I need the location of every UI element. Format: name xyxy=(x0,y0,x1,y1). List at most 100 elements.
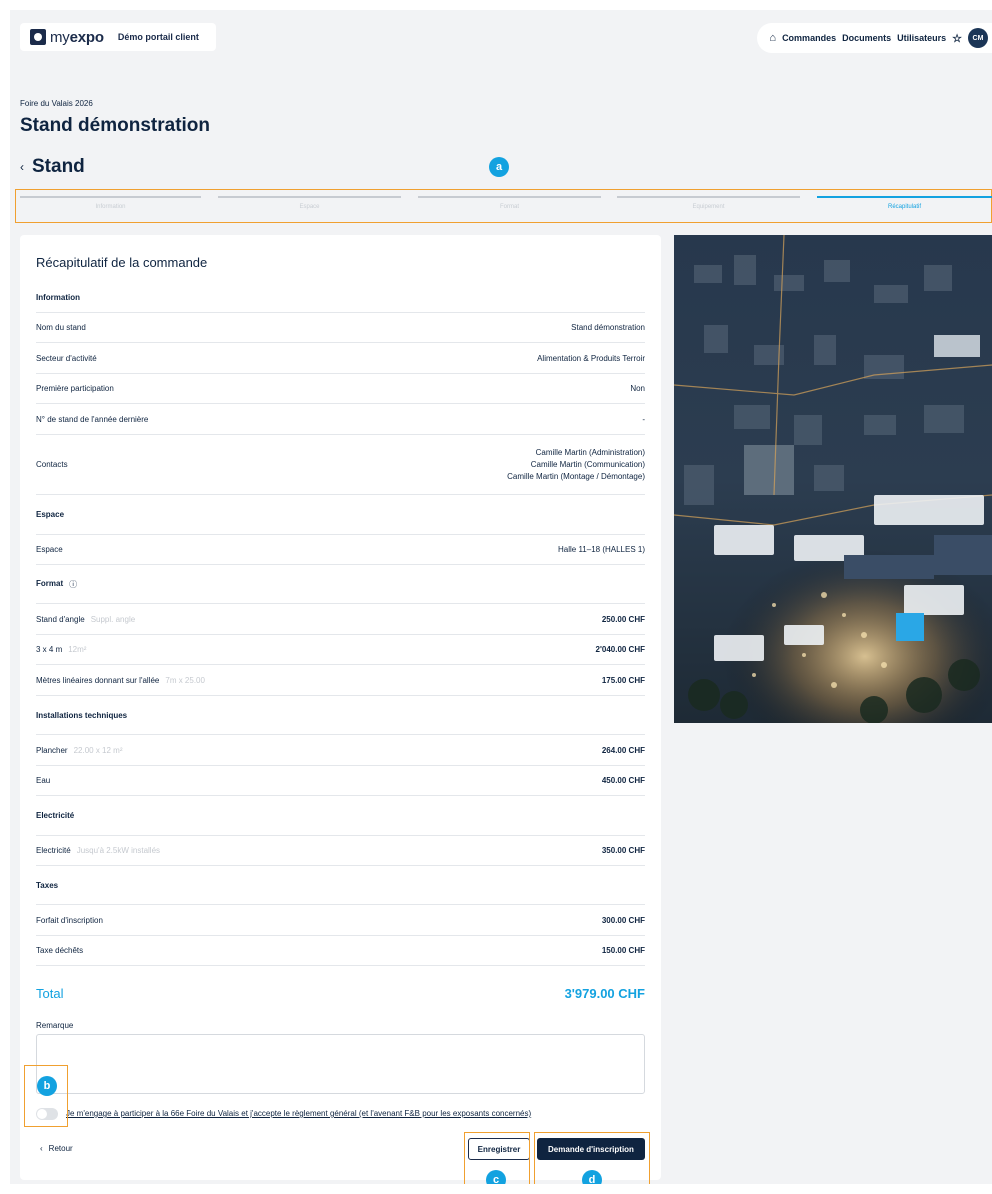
section-heading-information: Information xyxy=(36,282,645,313)
contact-item: Camille Martin (Administration) xyxy=(535,447,645,457)
row-note: 12m² xyxy=(68,645,87,654)
table-row: Espace Halle 11–18 (HALLES 1) xyxy=(36,535,645,565)
aerial-photo-illustration xyxy=(674,235,992,723)
nav-utilisateurs[interactable]: Utilisateurs xyxy=(897,33,946,43)
annotation-badge-c: c xyxy=(486,1170,506,1184)
table-row: Plancher 22.00 x 12 m² 264.00 CHF xyxy=(36,735,645,766)
row-price: 250.00 CHF xyxy=(601,614,645,624)
step-recapitulatif[interactable]: Récapitulatif xyxy=(817,196,992,214)
portal-name: Démo portail client xyxy=(117,32,199,42)
remark-textarea[interactable] xyxy=(36,1034,645,1094)
table-row: Mètres linéaires donnant sur l'allée 7m x… xyxy=(36,665,645,696)
section-heading-espace: Espace xyxy=(36,495,645,535)
user-avatar[interactable]: CM xyxy=(968,28,988,48)
row-price: 350.00 CHF xyxy=(601,846,645,855)
table-row: Electricité Jusqu'à 2.5kW installés 350.0… xyxy=(36,836,645,866)
step-equipement[interactable]: Equipement xyxy=(617,196,800,214)
row-label: Contacts xyxy=(36,460,68,469)
row-label: Mètres linéaires donnant sur l'allée xyxy=(36,675,160,685)
step-information[interactable]: Information xyxy=(20,196,201,214)
info-icon[interactable]: ⓘ xyxy=(69,579,77,590)
total-value: 3'979.00 CHF xyxy=(564,986,645,1001)
chevron-left-icon[interactable]: ‹ xyxy=(20,160,24,174)
table-row: 3 x 4 m 12m² 2'040.00 CHF xyxy=(36,635,645,665)
remark-label: Remarque xyxy=(36,1021,74,1030)
step-bar xyxy=(418,196,601,198)
step-bar xyxy=(817,196,992,198)
section-heading-installations: Installations techniques xyxy=(36,696,645,735)
contact-item: Camille Martin (Communication) xyxy=(530,459,645,469)
home-icon[interactable]: ⌂ xyxy=(769,32,776,44)
summary-table: Information Nom du stand Stand démonstra… xyxy=(36,282,645,1021)
table-row: Stand d'angle Suppl. angle 250.00 CHF xyxy=(36,604,645,635)
total-label: Total xyxy=(36,986,64,1001)
consent-text[interactable]: Je m'engage à participer à la 66e Foire … xyxy=(66,1109,531,1118)
row-label: Plancher xyxy=(36,745,68,755)
back-link[interactable]: ‹ Retour xyxy=(40,1144,73,1153)
row-label: N° de stand de l'année dernière xyxy=(36,414,149,424)
table-row: Forfait d'inscription 300.00 CHF xyxy=(36,905,645,936)
step-espace[interactable]: Espace xyxy=(218,196,401,214)
table-row: Nom du stand Stand démonstration xyxy=(36,313,645,343)
step-label: Récapitulatif xyxy=(887,204,922,210)
section-heading-format: Format ⓘ xyxy=(36,565,645,604)
step-bar xyxy=(218,196,401,198)
row-note: Suppl. angle xyxy=(90,614,136,624)
annotation-box-b xyxy=(24,1065,68,1127)
row-label: Première participation xyxy=(36,384,114,393)
myexpo-logo-icon xyxy=(30,29,46,45)
row-note: 7m x 25.00 xyxy=(165,675,205,685)
fair-name: Foire du Valais 2026 xyxy=(20,99,93,108)
step-label: Format xyxy=(499,204,519,210)
section-title-text: Stand xyxy=(32,156,85,177)
summary-title: Récapitulatif de la commande xyxy=(36,255,208,270)
row-value: Stand démonstration xyxy=(571,323,645,332)
step-format[interactable]: Format xyxy=(418,196,601,214)
nav-commandes[interactable]: Commandes xyxy=(782,33,836,43)
row-label: 3 x 4 m xyxy=(36,645,63,654)
table-row: Première participation Non xyxy=(36,374,645,404)
row-price: 2'040.00 CHF xyxy=(595,645,645,654)
row-label: Secteur d'activité xyxy=(36,353,97,363)
order-summary-card: Récapitulatif de la commande Information… xyxy=(20,235,661,1180)
table-row: Eau 450.00 CHF xyxy=(36,766,645,796)
page-title: Stand démonstration xyxy=(20,115,211,136)
row-value: Alimentation & Produits Terroir xyxy=(537,353,645,363)
table-row: Secteur d'activité Alimentation & Produi… xyxy=(36,343,645,374)
step-label: Espace xyxy=(299,204,320,210)
row-label: Nom du stand xyxy=(36,323,86,332)
step-label: Information xyxy=(95,204,126,210)
progress-stepper: Information Espace Format Equipement Réc… xyxy=(20,196,992,214)
section-heading-taxes: Taxes xyxy=(36,866,645,905)
row-label: Espace xyxy=(36,545,63,554)
brand-header: myexpo Démo portail client xyxy=(20,23,216,51)
row-price: 450.00 CHF xyxy=(601,776,645,785)
row-note: Jusqu'à 2.5kW installés xyxy=(76,846,161,855)
row-price: 300.00 CHF xyxy=(601,915,645,925)
contacts-list: Camille Martin (Administration) Camille … xyxy=(507,447,645,483)
nav-documents[interactable]: Documents xyxy=(842,33,891,43)
row-label: Taxe déchêts xyxy=(36,946,84,955)
step-bar xyxy=(617,196,800,198)
annotation-badge-d: d xyxy=(582,1170,602,1184)
step-label: Equipement xyxy=(692,204,725,210)
star-icon[interactable]: ☆ xyxy=(952,32,962,45)
logo-text: myexpo xyxy=(50,28,104,46)
back-label: Retour xyxy=(48,1144,73,1153)
section-title: ‹ Stand xyxy=(20,156,85,178)
table-row: N° de stand de l'année dernière - xyxy=(36,404,645,435)
page: myexpo Démo portail client ⌂ Commandes D… xyxy=(10,10,992,1184)
row-value: - xyxy=(642,414,645,424)
row-label: Forfait d'inscription xyxy=(36,915,103,925)
row-note: 22.00 x 12 m² xyxy=(73,745,123,755)
section-heading-electricite: Electricité xyxy=(36,796,645,836)
step-bar xyxy=(20,196,201,198)
annotation-badge-a: a xyxy=(489,157,509,177)
row-value: Halle 11–18 (HALLES 1) xyxy=(557,545,645,554)
total-row: Total 3'979.00 CHF xyxy=(36,966,645,1021)
row-value: Non xyxy=(630,384,645,393)
row-price: 150.00 CHF xyxy=(601,946,645,955)
row-price: 264.00 CHF xyxy=(601,745,645,755)
row-price: 175.00 CHF xyxy=(601,675,645,685)
fairground-aerial-photo xyxy=(674,235,992,723)
